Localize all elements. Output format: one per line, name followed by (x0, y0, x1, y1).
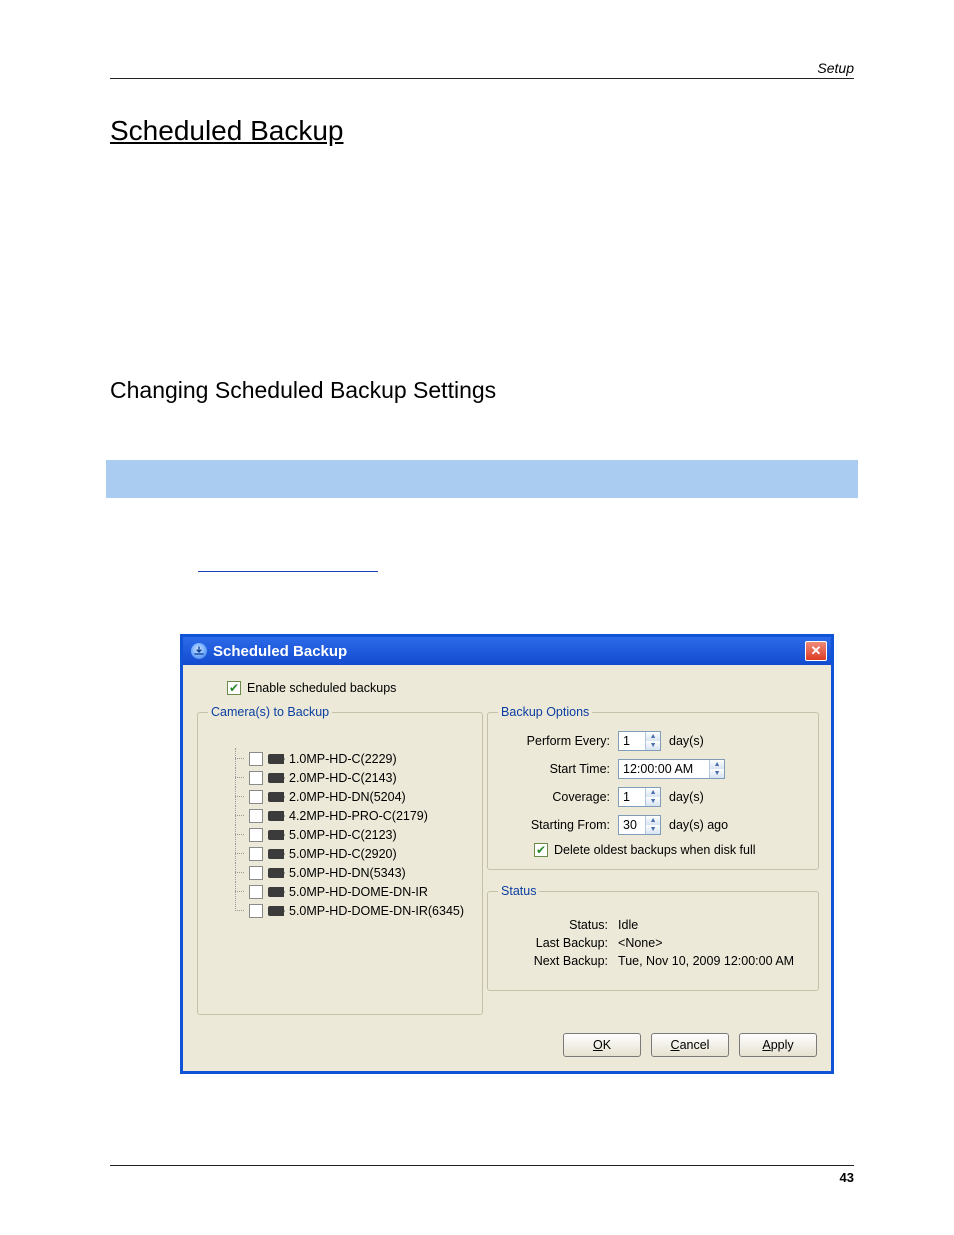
camera-checkbox[interactable]: ✔ (249, 809, 263, 823)
cameras-legend: Camera(s) to Backup (208, 705, 332, 719)
coverage-input[interactable] (619, 788, 645, 806)
starting-from-spinner[interactable]: ▲▼ (618, 815, 661, 835)
ok-button[interactable]: OK (563, 1033, 641, 1057)
starting-from-suffix: day(s) ago (669, 818, 728, 832)
coverage-suffix: day(s) (669, 790, 704, 804)
status-legend: Status (498, 884, 539, 898)
camera-label: 5.0MP-HD-C(2123) (289, 828, 397, 842)
chevron-up-icon[interactable]: ▲ (709, 760, 724, 769)
last-backup-label: Last Backup: (502, 936, 618, 950)
camera-item[interactable]: ✔ 2.0MP-HD-DN(5204) (226, 787, 464, 806)
camera-icon (268, 830, 284, 840)
page-number: 43 (110, 1165, 854, 1185)
scheduled-backup-dialog: Scheduled Backup ✕ ✔ Enable scheduled ba… (180, 634, 834, 1074)
chevron-up-icon[interactable]: ▲ (645, 732, 660, 741)
camera-checkbox[interactable]: ✔ (249, 904, 263, 918)
page-header-section: Setup (110, 60, 854, 79)
next-backup-label: Next Backup: (502, 954, 618, 968)
camera-checkbox[interactable]: ✔ (249, 790, 263, 804)
chevron-down-icon[interactable]: ▼ (645, 741, 660, 750)
camera-checkbox[interactable]: ✔ (249, 828, 263, 842)
camera-label: 5.0MP-HD-DOME-DN-IR (289, 885, 428, 899)
coverage-label: Coverage: (498, 790, 618, 804)
camera-label: 5.0MP-HD-DOME-DN-IR(6345) (289, 904, 464, 918)
delete-oldest-checkbox[interactable]: ✔ (534, 843, 548, 857)
status-field-label: Status: (502, 918, 618, 932)
highlight-band (106, 460, 858, 498)
chevron-down-icon[interactable]: ▼ (709, 769, 724, 778)
backup-options-fieldset: Backup Options Perform Every: ▲▼ day(s) … (487, 705, 819, 870)
perform-every-label: Perform Every: (498, 734, 618, 748)
camera-label: 4.2MP-HD-PRO-C(2179) (289, 809, 428, 823)
camera-icon (268, 773, 284, 783)
delete-oldest-label: Delete oldest backups when disk full (554, 843, 756, 857)
chevron-down-icon[interactable]: ▼ (645, 825, 660, 834)
camera-icon (268, 868, 284, 878)
cameras-fieldset: Camera(s) to Backup ✔ 1.0MP-HD-C(2229) ✔ 2… (197, 705, 483, 1015)
start-time-label: Start Time: (498, 762, 618, 776)
enable-backups-checkbox[interactable]: ✔ (227, 681, 241, 695)
status-value: Idle (618, 918, 638, 932)
starting-from-label: Starting From: (498, 818, 618, 832)
camera-item[interactable]: ✔ 5.0MP-HD-DOME-DN-IR(6345) (226, 901, 464, 920)
starting-from-input[interactable] (619, 816, 645, 834)
camera-tree: ✔ 1.0MP-HD-C(2229) ✔ 2.0MP-HD-C(2143) ✔ 2.0… (208, 731, 472, 928)
camera-item[interactable]: ✔ 4.2MP-HD-PRO-C(2179) (226, 806, 464, 825)
heading-scheduled-backup: Scheduled Backup (110, 115, 854, 147)
camera-item[interactable]: ✔ 2.0MP-HD-C(2143) (226, 768, 464, 787)
camera-label: 2.0MP-HD-C(2143) (289, 771, 397, 785)
next-backup-value: Tue, Nov 10, 2009 12:00:00 AM (618, 954, 794, 968)
camera-icon (268, 754, 284, 764)
camera-icon (268, 849, 284, 859)
start-time-input[interactable] (619, 760, 709, 778)
dialog-titlebar[interactable]: Scheduled Backup ✕ (183, 637, 831, 665)
heading-changing-settings: Changing Scheduled Backup Settings (110, 377, 854, 404)
perform-every-input[interactable] (619, 732, 645, 750)
camera-checkbox[interactable]: ✔ (249, 847, 263, 861)
apply-button[interactable]: Apply (739, 1033, 817, 1057)
camera-item[interactable]: ✔ 5.0MP-HD-C(2920) (226, 844, 464, 863)
chevron-down-icon[interactable]: ▼ (645, 797, 660, 806)
camera-item[interactable]: ✔ 1.0MP-HD-C(2229) (226, 749, 464, 768)
coverage-spinner[interactable]: ▲▼ (618, 787, 661, 807)
camera-icon (268, 792, 284, 802)
close-icon: ✕ (811, 643, 822, 659)
backup-options-legend: Backup Options (498, 705, 592, 719)
chevron-up-icon[interactable]: ▲ (645, 788, 660, 797)
blank-hyperlink[interactable] (198, 558, 378, 572)
camera-checkbox[interactable]: ✔ (249, 752, 263, 766)
camera-icon (268, 906, 284, 916)
camera-item[interactable]: ✔ 5.0MP-HD-DN(5343) (226, 863, 464, 882)
last-backup-value: <None> (618, 936, 662, 950)
dialog-icon (191, 643, 207, 659)
camera-label: 5.0MP-HD-DN(5343) (289, 866, 406, 880)
camera-label: 2.0MP-HD-DN(5204) (289, 790, 406, 804)
camera-checkbox[interactable]: ✔ (249, 771, 263, 785)
close-button[interactable]: ✕ (805, 641, 827, 661)
start-time-spinner[interactable]: ▲▼ (618, 759, 725, 779)
camera-icon (268, 887, 284, 897)
camera-item[interactable]: ✔ 5.0MP-HD-C(2123) (226, 825, 464, 844)
camera-checkbox[interactable]: ✔ (249, 866, 263, 880)
perform-every-suffix: day(s) (669, 734, 704, 748)
camera-label: 5.0MP-HD-C(2920) (289, 847, 397, 861)
camera-checkbox[interactable]: ✔ (249, 885, 263, 899)
dialog-title: Scheduled Backup (213, 643, 347, 660)
enable-backups-label: Enable scheduled backups (247, 681, 396, 695)
camera-item[interactable]: ✔ 5.0MP-HD-DOME-DN-IR (226, 882, 464, 901)
status-fieldset: Status Status: Idle Last Backup: <None> (487, 884, 819, 991)
cancel-button[interactable]: Cancel (651, 1033, 729, 1057)
chevron-up-icon[interactable]: ▲ (645, 816, 660, 825)
camera-icon (268, 811, 284, 821)
perform-every-spinner[interactable]: ▲▼ (618, 731, 661, 751)
camera-label: 1.0MP-HD-C(2229) (289, 752, 397, 766)
